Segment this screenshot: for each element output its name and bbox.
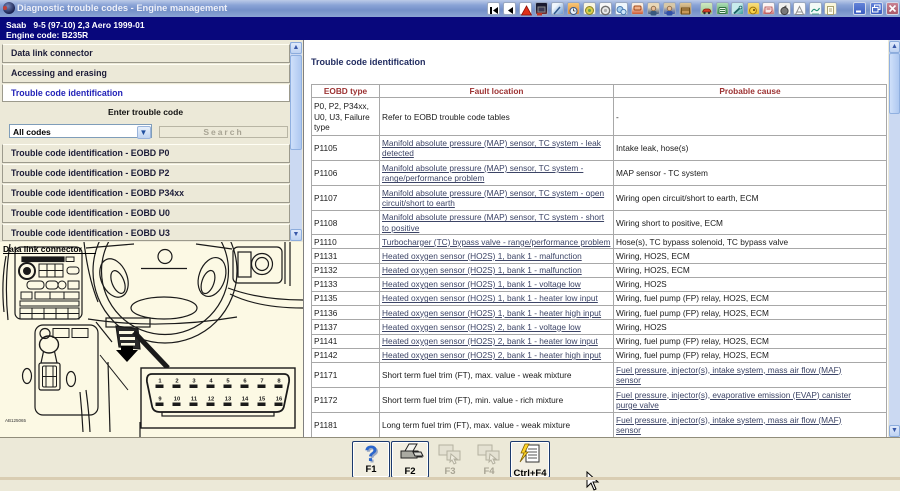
svg-text:13: 13	[225, 397, 232, 403]
svg-text:11: 11	[191, 397, 198, 403]
svg-text:7: 7	[260, 379, 263, 385]
svg-text:Data link connector: Data link connector	[3, 244, 83, 254]
svg-text:AB125065: AB125065	[5, 418, 27, 423]
svg-text:16: 16	[276, 397, 283, 403]
svg-text:2: 2	[175, 379, 178, 385]
svg-text:14: 14	[242, 397, 249, 403]
svg-text:10: 10	[174, 397, 180, 403]
svg-text:12: 12	[208, 397, 214, 403]
svg-text:15: 15	[259, 397, 266, 403]
